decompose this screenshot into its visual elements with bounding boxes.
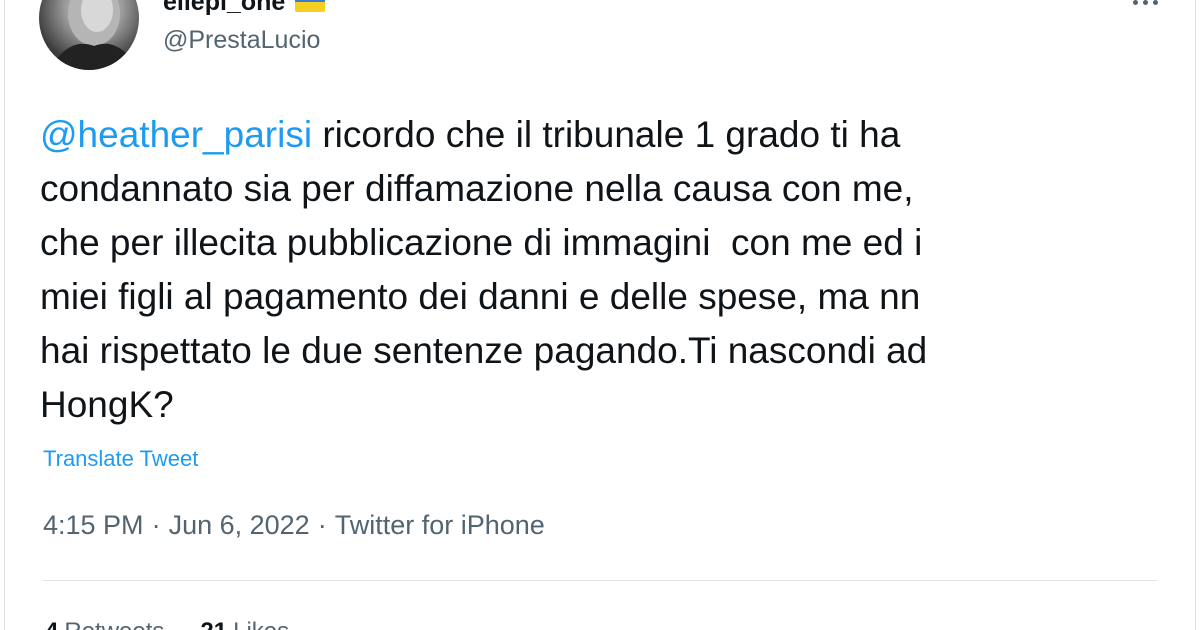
more-options-icon[interactable] [1125,0,1165,12]
tweet-date[interactable]: Jun 6, 2022 [169,510,310,541]
mention-link[interactable]: @heather_parisi [40,114,312,155]
likes-count: 21 [200,618,227,630]
divider [43,580,1157,581]
tweet-meta: 4:15 PM · Jun 6, 2022 · Twitter for iPho… [43,510,545,541]
avatar-photo-icon [49,0,139,70]
tweet-card: ellepi_one @PrestaLucio @heather_parisi … [4,0,1196,630]
meta-separator: · [151,510,161,540]
tweet-text: @heather_parisi ricordo che il tribunale… [40,108,1160,432]
ukraine-flag-icon [295,0,326,12]
author-display-name[interactable]: ellepi_one [163,0,285,17]
translate-tweet-link[interactable]: Translate Tweet [43,446,198,472]
likes-stat[interactable]: 21 Likes [200,618,289,630]
tweet-time[interactable]: 4:15 PM [43,510,144,541]
retweets-label: Retweets [64,618,164,630]
author-avatar[interactable] [39,0,139,70]
author-name-row: ellepi_one [163,0,326,18]
tweet-source[interactable]: Twitter for iPhone [335,510,545,541]
retweets-count: 4 [45,618,58,630]
retweets-stat[interactable]: 4 Retweets [45,618,164,630]
author-handle[interactable]: @PrestaLucio [163,26,320,55]
tweet-stats: 4 Retweets 21 Likes [45,618,289,630]
meta-separator: · [317,510,327,540]
tweet-body: ricordo che il tribunale 1 grado ti ha c… [40,114,928,425]
likes-label: Likes [233,618,289,630]
